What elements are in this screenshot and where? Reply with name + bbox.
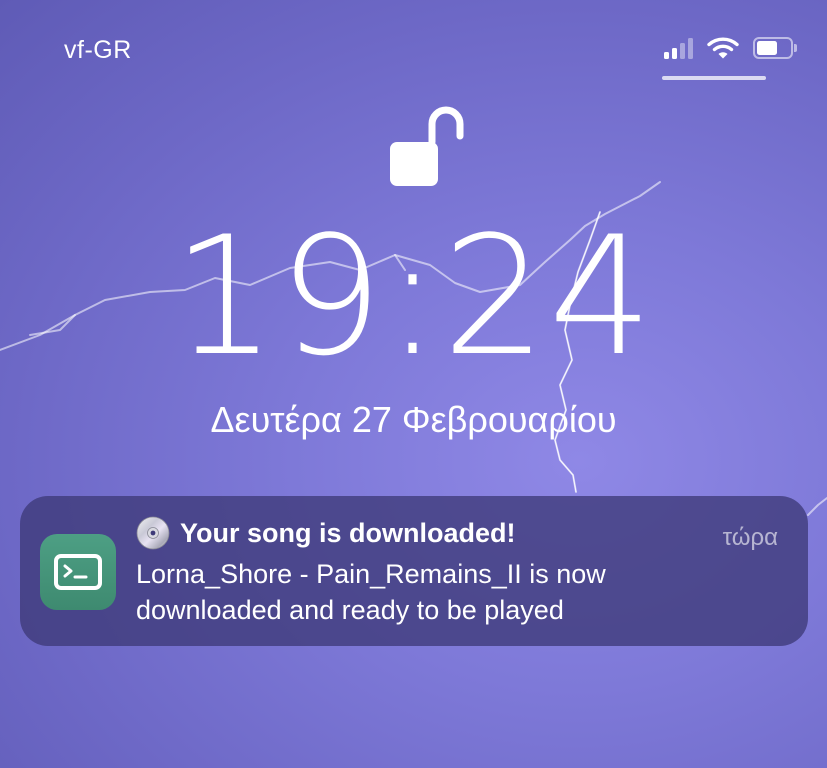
terminal-app-icon: [40, 534, 116, 610]
notification-body-line-2: downloaded and ready to be played: [136, 595, 564, 625]
wifi-icon: [707, 37, 739, 59]
lock-screen-time: 19:24: [172, 201, 655, 392]
cellular-signal-icon: [664, 37, 693, 59]
status-icons: [664, 36, 797, 60]
notification-title: Your song is downloaded!: [180, 517, 516, 548]
lock-screen-date: Δευτέρα 27 Φεβρουαρίου: [210, 399, 617, 440]
notification-title-row: Your song is downloaded!: [136, 516, 516, 550]
battery-icon: [753, 37, 797, 59]
notification-body: Lorna_Shore - Pain_Remains_II is now dow…: [136, 556, 736, 628]
cd-disc-icon: [136, 516, 170, 550]
notification-time: τώρα: [722, 524, 778, 551]
notification-card[interactable]: Your song is downloaded! τώρα Lorna_Shor…: [20, 496, 808, 646]
unlocked-padlock-icon: [390, 106, 464, 186]
carrier-name: vf-GR: [64, 36, 132, 64]
status-bar: vf-GR: [0, 0, 827, 100]
notification-body-line-1: Lorna_Shore - Pain_Remains_II is now: [136, 559, 606, 589]
control-center-indicator[interactable]: [662, 76, 766, 80]
